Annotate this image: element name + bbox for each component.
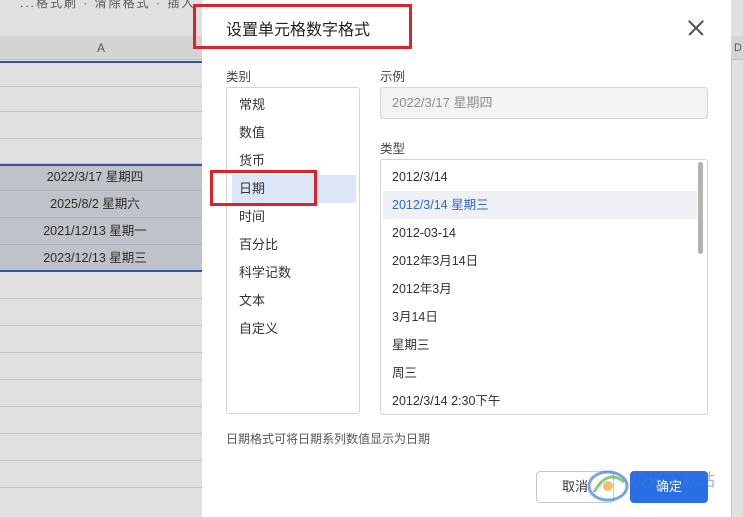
- category-item-text[interactable]: 文本: [232, 287, 356, 315]
- scrollbar-thumb[interactable]: [698, 162, 703, 254]
- category-label: 类别: [226, 70, 252, 84]
- date-category-highlight-box: [210, 170, 317, 206]
- category-item-custom[interactable]: 自定义: [232, 315, 356, 343]
- type-item[interactable]: 星期三: [383, 331, 697, 359]
- category-list: 常规 数值 货币 日期 时间 百分比 科学记数 文本 自定义: [226, 87, 360, 414]
- type-item[interactable]: 2012年3月: [383, 275, 697, 303]
- sample-preview: 2022/3/17 星期四: [380, 87, 708, 119]
- format-cells-dialog: 设置单元格数字格式 类别 常规 数值 货币 日期 时间 百分比 科学记数 文本 …: [202, 0, 731, 517]
- type-item[interactable]: 周三: [383, 359, 697, 387]
- type-item[interactable]: 2012年3月14日: [383, 247, 697, 275]
- category-item-scientific[interactable]: 科学记数: [232, 259, 356, 287]
- type-list-scrollbar[interactable]: [697, 162, 705, 412]
- cancel-button[interactable]: 取消: [536, 471, 614, 503]
- hint-text: 日期格式可将日期系列数值显示为日期: [226, 432, 431, 446]
- close-icon[interactable]: [682, 14, 710, 42]
- type-item[interactable]: 3月14日: [383, 303, 697, 331]
- type-item-selected[interactable]: 2012/3/14 星期三: [383, 191, 697, 219]
- type-item[interactable]: 2012/3/14 2:30下午: [383, 387, 697, 414]
- category-item-time[interactable]: 时间: [232, 203, 356, 231]
- category-item-percentage[interactable]: 百分比: [232, 231, 356, 259]
- category-item-number[interactable]: 数值: [232, 119, 356, 147]
- title-highlight-box: [193, 4, 412, 49]
- type-item[interactable]: 2012/3/14: [383, 163, 697, 191]
- ok-button[interactable]: 确定: [630, 471, 708, 503]
- type-item[interactable]: 2012-03-14: [383, 219, 697, 247]
- category-item-general[interactable]: 常规: [232, 91, 356, 119]
- type-list: 2012/3/14 2012/3/14 星期三 2012-03-14 2012年…: [380, 159, 708, 415]
- type-label: 类型: [380, 142, 406, 156]
- sample-label: 示例: [380, 70, 406, 84]
